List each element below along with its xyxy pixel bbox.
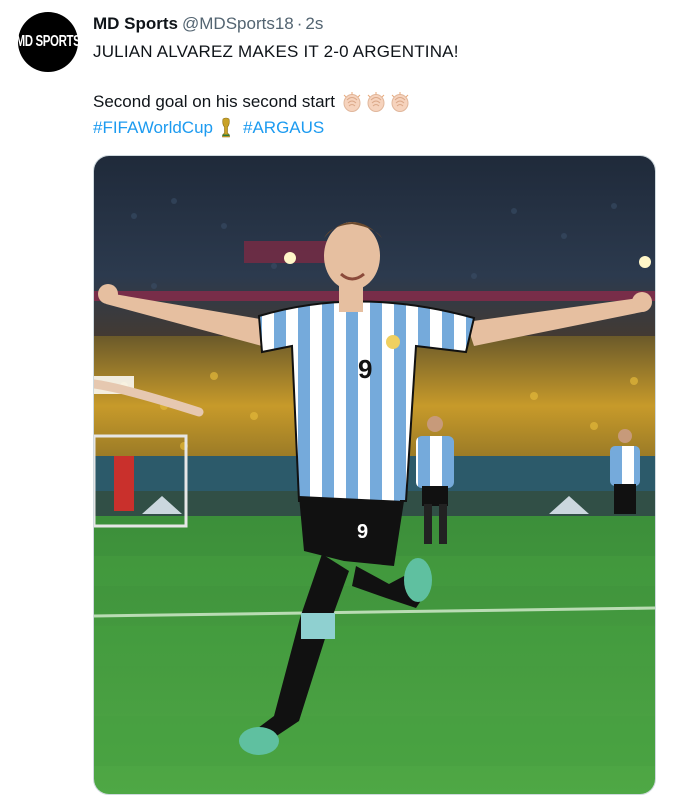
separator-dot: · [296, 14, 303, 33]
tweet-text-line: Second goal on his second start [93, 91, 683, 113]
display-name[interactable]: MD Sports [93, 14, 178, 33]
tweet-header: MD Sports @MDSports18 · 2s [93, 13, 683, 35]
clap-icon [391, 92, 409, 112]
avatar-logo-text: MD SPORTS [15, 33, 81, 51]
hashtag-argaus[interactable]: #ARGAUS [243, 117, 324, 139]
tweet-text-subline: Second goal on his second start [93, 92, 335, 111]
clap-emoji-group [341, 91, 411, 113]
hashtag-line: #FIFAWorldCup #ARGAUS [93, 117, 683, 139]
clap-icon [343, 92, 361, 112]
celebration-photo: 9 9 [94, 156, 655, 794]
profile-avatar[interactable]: MD SPORTS [15, 12, 81, 72]
jersey-number: 9 [358, 354, 372, 384]
trophy-icon [222, 117, 230, 138]
tweet-media-photo[interactable]: 9 9 [93, 155, 656, 795]
clap-icon [367, 92, 385, 112]
shorts-number: 9 [357, 521, 368, 543]
timestamp[interactable]: 2s [305, 14, 323, 33]
tweet-text-headline: JULIAN ALVAREZ MAKES IT 2-0 ARGENTINA! [93, 42, 459, 61]
tweet-body: MD Sports @MDSports18 · 2s JULIAN ALVAREZ M… [93, 13, 683, 139]
user-handle[interactable]: @MDSports18 [182, 14, 294, 33]
hashtag-fifaworldcup[interactable]: #FIFAWorldCup [93, 117, 213, 139]
